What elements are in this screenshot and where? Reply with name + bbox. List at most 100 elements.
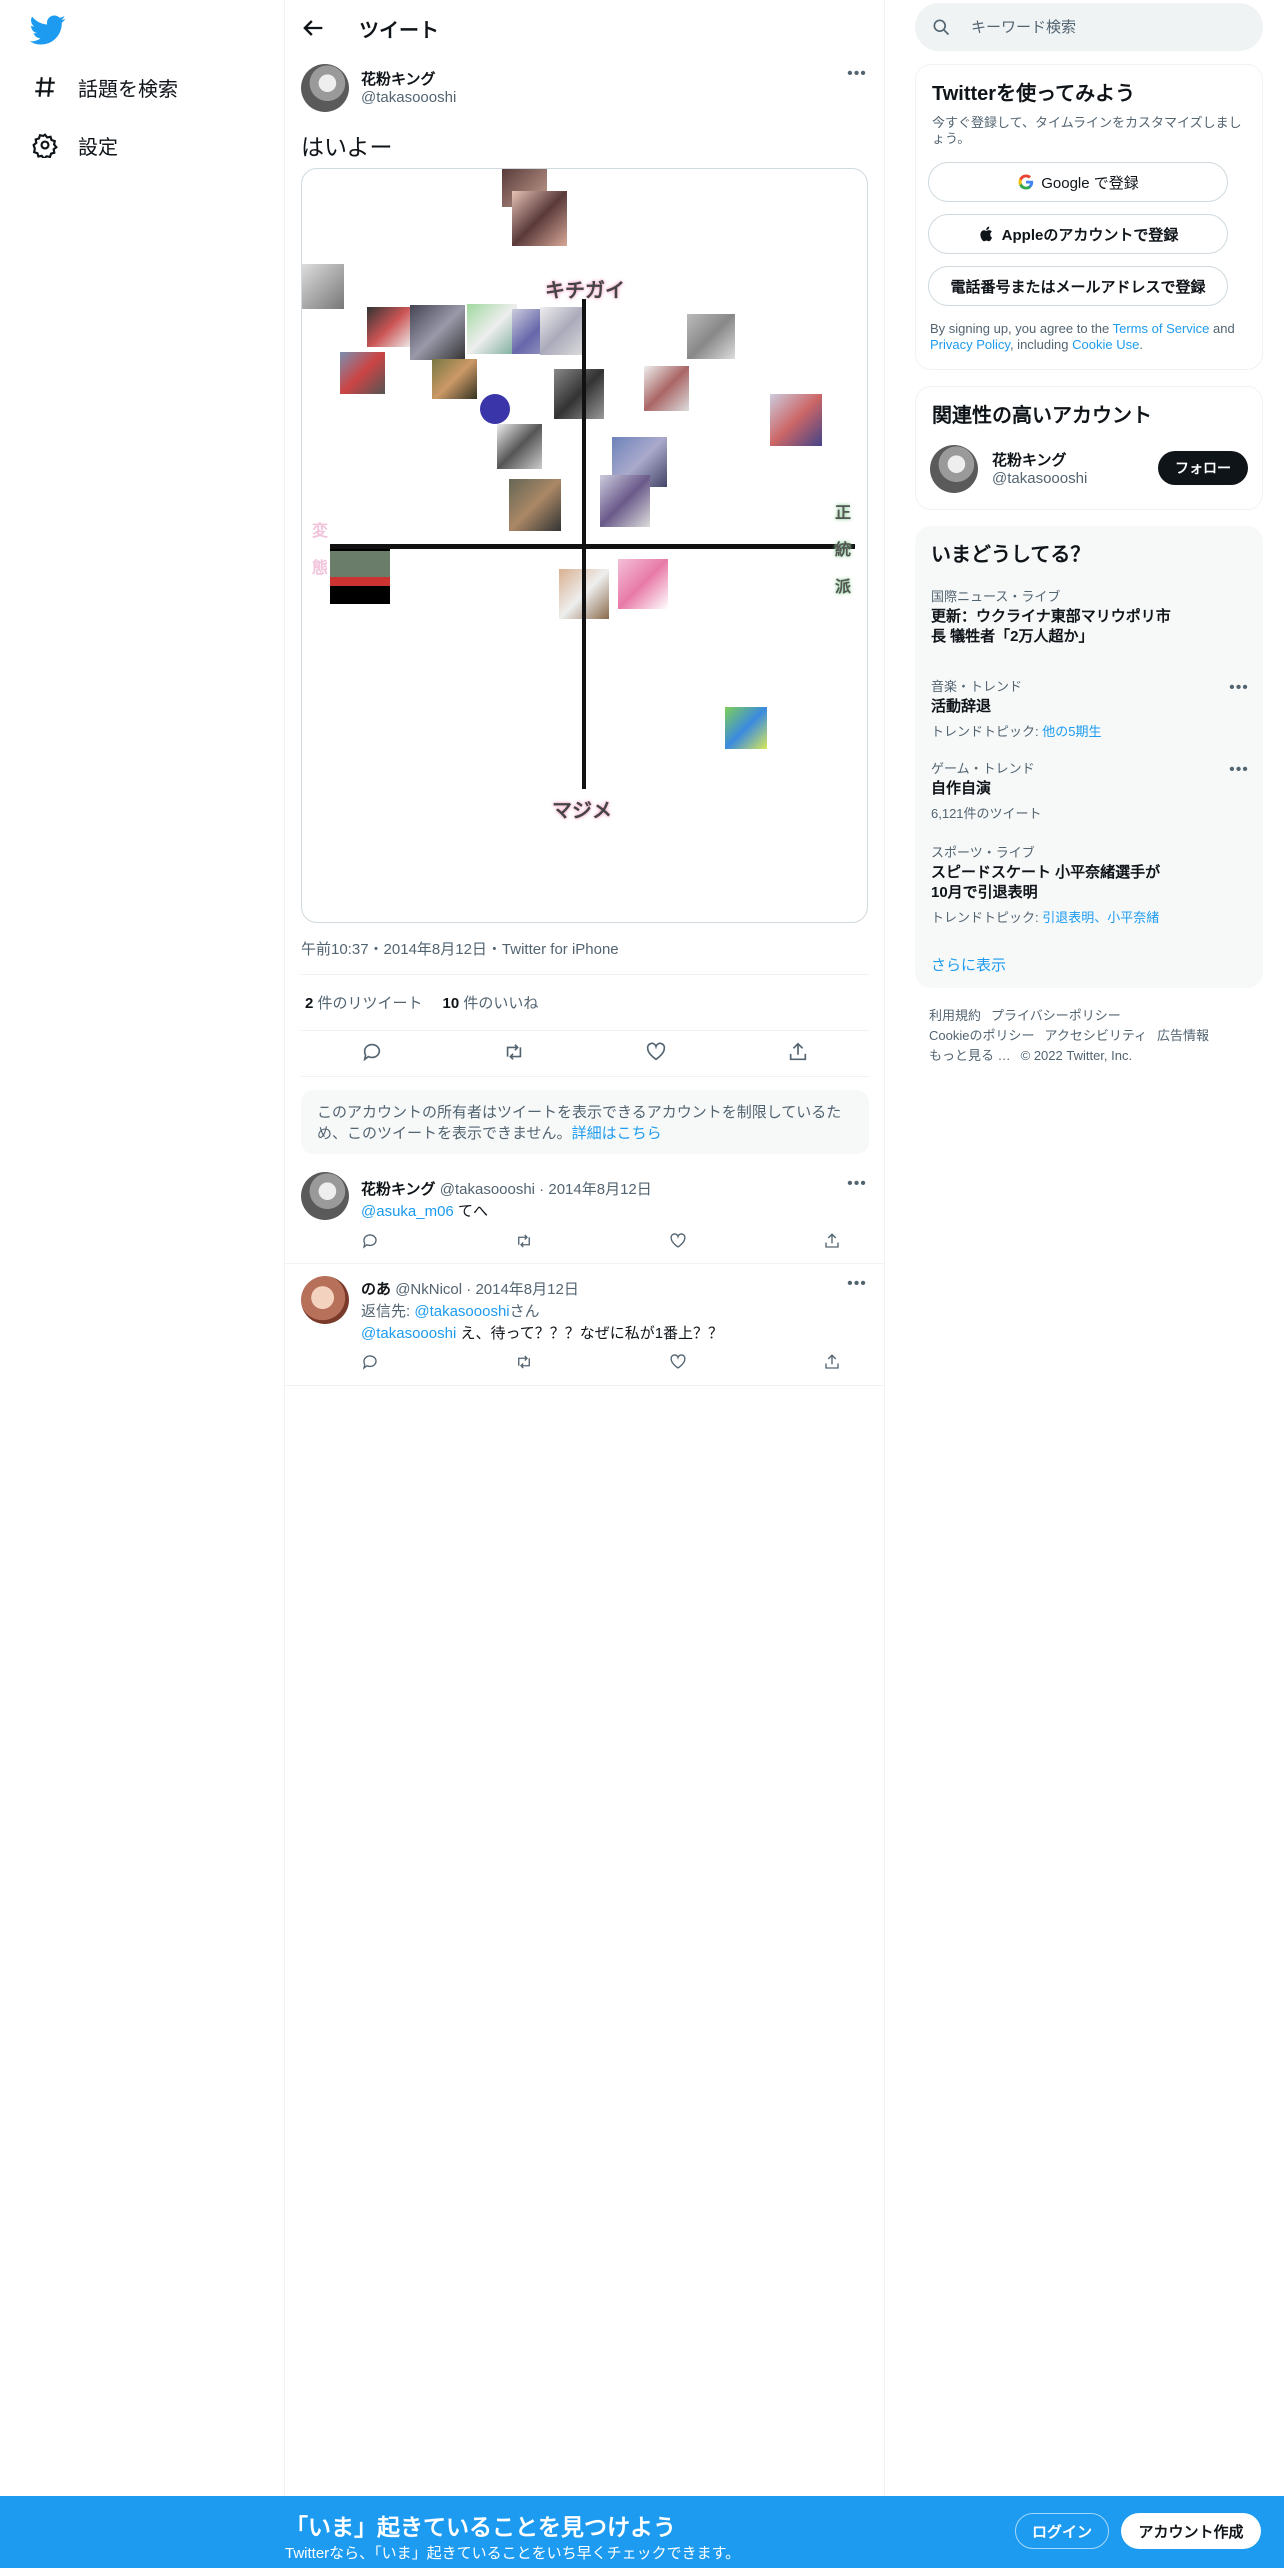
chart-horizontal-axis [330,544,855,549]
divider [285,1385,885,1386]
retweet-icon[interactable] [515,1232,533,1250]
mention-link[interactable]: @takasoooshi [361,1325,456,1342]
like-icon[interactable] [645,1041,667,1063]
show-more-link[interactable]: さらに表示 [931,954,1006,975]
footer-link[interactable]: Cookieのポリシー [929,1028,1034,1043]
learn-more-link[interactable]: 詳細はこちら [572,1125,662,1142]
retweet-icon[interactable] [515,1353,533,1371]
trends-title: いまどうしてる？ [931,544,1091,566]
more-options-icon[interactable]: ••• [845,1176,869,1198]
reply-body: てへ [453,1203,488,1220]
mention-link[interactable]: @asuka_m06 [361,1203,454,1220]
back-arrow-icon[interactable] [299,14,327,42]
retweet-stat[interactable]: 2 件のリツイート [305,992,423,1013]
sidebar-item-settings[interactable]: 設定 [32,123,118,167]
reply-author-name[interactable]: 花粉キング [361,1181,436,1198]
footer-link[interactable]: もっと見る … [929,1048,1011,1063]
trend-category: ゲーム・トレンド [931,761,1035,776]
phone-email-signup-button[interactable]: 電話番号またはメールアドレスで登録 [928,266,1228,306]
reply-avatar[interactable] [301,1276,349,1324]
footer-link[interactable]: プライバシーポリシー [991,1008,1121,1023]
reply-author-handle[interactable]: @takasoooshi [440,1181,535,1198]
search-input[interactable] [971,15,1241,39]
image-label-bottom: マジメ [552,800,612,822]
reply-date[interactable]: 2014年8月12日 [475,1281,578,1298]
reply-icon[interactable] [361,1041,383,1063]
divider [301,1076,869,1077]
like-icon[interactable] [669,1353,687,1371]
related-account-name[interactable]: 花粉キング [992,449,1067,470]
more-options-icon[interactable]: ••• [845,66,869,88]
divider [301,974,869,975]
footer-link[interactable]: 利用規約 [929,1008,981,1023]
photo-thumbnail [410,305,465,360]
tweet-timestamp[interactable]: 午前10:37・2014年8月12日・Twitter for iPhone [301,938,619,959]
reply-date[interactable]: 2014年8月12日 [548,1181,651,1198]
share-icon[interactable] [823,1232,841,1250]
like-icon[interactable] [669,1232,687,1250]
more-options-icon[interactable]: ••• [1227,762,1251,784]
photo-thumbnail [480,394,510,424]
privacy-link[interactable]: Privacy Policy [930,337,1010,352]
trend-title: 活動辞退 [931,698,992,715]
reply-icon[interactable] [361,1353,379,1371]
reply-header: 花粉キング @takasoooshi · 2014年8月12日 [361,1181,652,1198]
related-account-avatar[interactable] [930,445,978,493]
reply-author-handle[interactable]: @NkNicol [395,1281,462,1298]
apple-icon [980,226,992,242]
page-header: ツイート [285,0,885,54]
image-label-top: キチガイ [545,280,625,302]
reply-to-link[interactable]: @takasoooshi [414,1303,509,1320]
twitter-logo-icon[interactable] [30,12,66,48]
hashtag-icon [35,77,55,97]
more-options-icon[interactable]: ••• [845,1276,869,1298]
reply-author-name[interactable]: のあ [361,1281,391,1298]
trend-topic-link[interactable]: 引退表明、小平奈緒 [1042,910,1159,925]
image-label-left-2: 態 [312,560,329,577]
author-handle[interactable]: @takasoooshi [361,89,456,106]
trend-item[interactable]: スポーツ・ライブ スピードスケート 小平奈緒選手が10月で引退表明 トレンドトピ… [931,842,1247,926]
search-box[interactable] [915,3,1263,51]
photo-thumbnail [725,707,767,749]
photo-thumbnail [509,479,561,531]
trend-item[interactable]: ゲーム・トレンド 自作自演 6,121件のツイート [931,758,1247,822]
tweet-actions [301,1041,869,1063]
retweet-label: 件のリツイート [317,995,423,1012]
divider [285,1263,885,1264]
photo-thumbnail [497,424,542,469]
legal-text: and [1209,321,1235,336]
more-options-icon[interactable]: ••• [1227,680,1251,702]
like-stat[interactable]: 10 件のいいね [443,992,539,1013]
related-account-handle[interactable]: @takasoooshi [992,470,1087,487]
trend-item[interactable]: 音楽・トレンド 活動辞退 トレンドトピック: 他の5期生 [931,676,1247,740]
main-column: ツイート 花粉キング @takasoooshi ••• はいよー キチガイ マジ [285,0,885,2496]
sidebar-item-explore[interactable]: 話題を検索 [32,65,178,109]
terms-link[interactable]: Terms of Service [1113,321,1210,336]
share-icon[interactable] [823,1353,841,1371]
like-label: 件のいいね [463,995,539,1012]
photo-thumbnail [512,191,567,246]
footer-link[interactable]: 広告情報 [1157,1028,1209,1043]
like-count: 10 [442,995,460,1012]
apple-signup-button[interactable]: Appleのアカウントで登録 [928,214,1228,254]
apple-signup-label: Appleのアカウントで登録 [1001,226,1179,244]
retweet-icon[interactable] [503,1041,525,1063]
author-name[interactable]: 花粉キング [361,68,436,89]
trend-item[interactable]: 国際ニュース・ライブ 更新：ウクライナ東部マリウポリ市長 犠牲者「2万人超か」 [931,586,1247,647]
footer-link[interactable]: アクセシビリティ [1044,1028,1147,1043]
tweet-image[interactable]: キチガイ マジメ 正 統 派 変 態 [301,168,868,923]
signup-button[interactable]: アカウント作成 [1121,2513,1261,2549]
signup-legal-text: By signing up, you agree to the Terms of… [930,321,1250,353]
signup-banner: 「いま」起きていることを見つけよう Twitterなら、「いま」起きていることを… [0,2496,1284,2568]
sidebar-item-label: 設定 [78,136,118,159]
google-signup-button[interactable]: Google で登録 [928,162,1228,202]
cookie-link[interactable]: Cookie Use [1072,337,1139,352]
reply-icon[interactable] [361,1232,379,1250]
reply-header: のあ @NkNicol · 2014年8月12日 [361,1281,579,1298]
author-avatar[interactable] [301,64,349,112]
share-icon[interactable] [787,1041,809,1063]
login-button[interactable]: ログイン [1015,2513,1109,2549]
follow-button[interactable]: フォロー [1158,451,1248,485]
trend-topic-link[interactable]: 他の5期生 [1042,724,1101,739]
reply-avatar[interactable] [301,1172,349,1220]
